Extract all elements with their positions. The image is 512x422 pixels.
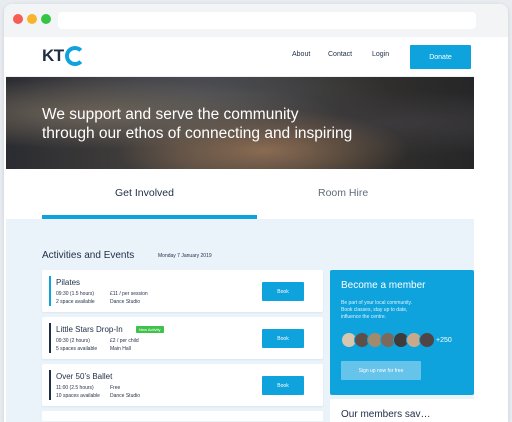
hero-banner: We support and serve the community throu… (6, 77, 474, 169)
maximize-window-button[interactable] (41, 14, 51, 24)
activity-spaces: 2 space available (56, 299, 95, 305)
new-activity-badge: New Activity (136, 326, 164, 333)
book-button[interactable]: Book (262, 282, 304, 301)
activity-accent-bar (49, 370, 51, 400)
page-content: KT About Contact Login Donate We support… (6, 37, 474, 422)
activity-spaces: 10 spaces available (56, 393, 100, 399)
site-logo[interactable]: KT (42, 46, 85, 68)
activity-spaces: 5 spaces available (56, 346, 98, 352)
tab-bar: Get Involved Room Hire (6, 169, 474, 219)
activity-location: Dance Studio (110, 299, 141, 305)
activity-time: 09:30 (2 hours) (56, 338, 90, 344)
activity-card: Little Stars Drop-In New Activity 09:30 … (42, 317, 323, 359)
tab-get-involved[interactable]: Get Involved (115, 187, 174, 199)
logo-c-icon (64, 46, 85, 66)
activity-card: Over 50’s Ballet 11:00 (2.5 hours) Free … (42, 364, 323, 406)
activity-card: Pilates 09:30 (1.5 hours) £11 / per sess… (42, 270, 323, 312)
testimonials-heading: Our members sav… (341, 409, 431, 420)
address-bar[interactable] (58, 12, 476, 29)
hero-title: We support and serve the community throu… (42, 105, 442, 143)
activities-date: Monday 7 January 2019 (158, 253, 212, 259)
activity-title: Pilates (56, 278, 81, 287)
activity-location: Dance Studio (110, 393, 141, 399)
member-title: Become a member (341, 280, 426, 291)
nav-contact-link[interactable]: Contact (328, 51, 352, 58)
nav-login-link[interactable]: Login (372, 51, 389, 58)
activity-price: £11 / per session (110, 291, 148, 297)
active-tab-indicator (42, 215, 257, 219)
activity-card-partial (42, 411, 323, 421)
book-button[interactable]: Book (262, 329, 304, 348)
logo-text: KT (42, 46, 64, 65)
activity-time: 09:30 (1.5 hours) (56, 291, 95, 297)
tab-room-hire[interactable]: Room Hire (318, 187, 368, 199)
activity-time: 11:00 (2.5 hours) (56, 385, 94, 391)
donate-button[interactable]: Donate (410, 45, 471, 69)
member-avatars (341, 332, 435, 348)
activities-heading: Activities and Events (42, 250, 135, 261)
activity-title: Little Stars Drop-In (56, 325, 123, 334)
book-button[interactable]: Book (262, 376, 304, 395)
site-header: KT About Contact Login Donate (6, 37, 474, 77)
avatar (419, 332, 435, 348)
activity-title: Over 50’s Ballet (56, 372, 113, 381)
minimize-window-button[interactable] (27, 14, 37, 24)
activity-location: Main Hall (110, 346, 131, 352)
sign-up-button[interactable]: Sign up now for free (341, 361, 421, 380)
activity-price: £2 / per child (110, 338, 139, 344)
hero-title-line-1: We support and serve the community (42, 106, 299, 123)
activity-accent-bar (49, 276, 51, 306)
become-member-panel: Become a member Be part of your local co… (330, 270, 474, 395)
close-window-button[interactable] (13, 14, 23, 24)
activity-accent-bar (49, 323, 51, 353)
hero-title-line-2: through our ethos of connecting and insp… (42, 125, 353, 142)
activity-price: Free (110, 385, 121, 391)
member-description: Be part of your local community. Book cl… (341, 300, 413, 320)
testimonials-panel: Our members sav… (330, 399, 474, 422)
browser-window: KT About Contact Login Donate We support… (4, 4, 508, 422)
browser-chrome (4, 4, 508, 37)
member-count: +250 (436, 337, 452, 344)
nav-about-link[interactable]: About (292, 51, 310, 58)
